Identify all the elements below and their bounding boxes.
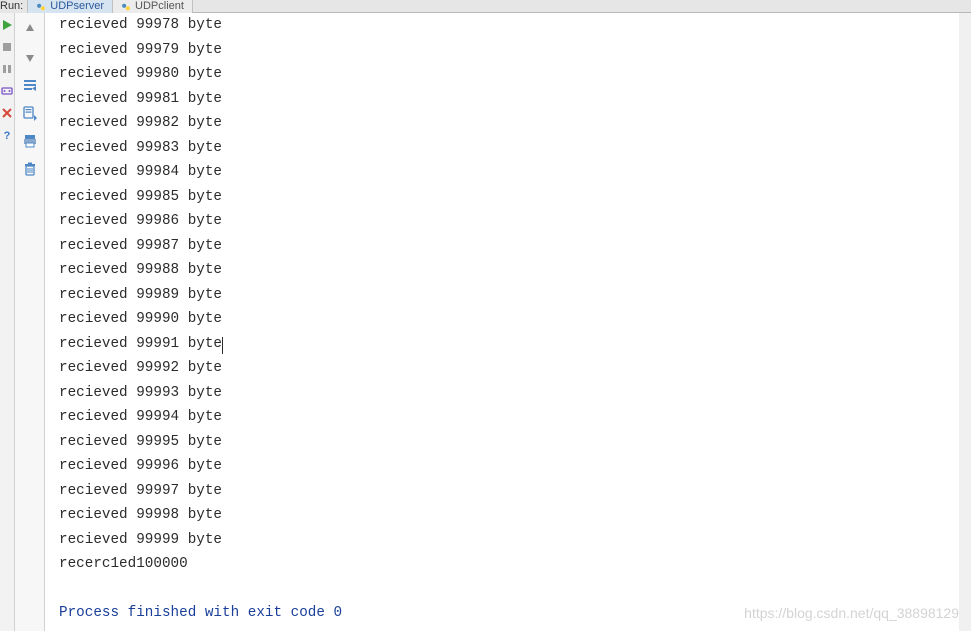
stop-icon[interactable] <box>1 41 13 53</box>
console-line: recieved 99990 byte <box>59 311 222 327</box>
tabrow-spacer <box>193 0 971 13</box>
console-line: recieved 99994 byte <box>59 409 222 425</box>
console-line: recieved 99995 byte <box>59 434 222 450</box>
text-caret <box>222 337 223 354</box>
python-file-icon <box>36 2 46 12</box>
exit-icon[interactable] <box>1 107 13 119</box>
tab-udpclient[interactable]: UDPclient <box>113 0 193 13</box>
run-tabs-bar: Run: UDPserver UDPclient <box>0 0 971 13</box>
print-icon[interactable] <box>20 131 40 151</box>
console-line: recieved 99999 byte <box>59 532 222 548</box>
tab-udpserver[interactable]: UDPserver <box>28 0 113 13</box>
run-gutter: ? <box>0 13 15 631</box>
console-line: recieved 99986 byte <box>59 213 222 229</box>
run-label: Run: <box>0 0 28 13</box>
console-line: recieved 99979 byte <box>59 42 222 58</box>
help-icon[interactable]: ? <box>1 129 13 141</box>
console-line: recieved 99988 byte <box>59 262 222 278</box>
console-output[interactable]: recieved 99978 byte recieved 99979 byte … <box>45 13 971 631</box>
arrow-up-icon[interactable] <box>20 19 40 39</box>
console-line: recieved 99978 byte <box>59 17 222 33</box>
console-line: recieved 99992 byte <box>59 360 222 376</box>
tab-label: UDPclient <box>135 0 184 13</box>
console-line: recieved 99983 byte <box>59 140 222 156</box>
console-line: recerc1ed100000 <box>59 556 188 572</box>
console-scrollbar[interactable] <box>959 13 971 631</box>
console-line: recieved 99991 byte <box>59 336 223 352</box>
console-line: recieved 99980 byte <box>59 66 222 82</box>
console-line: recieved 99996 byte <box>59 458 222 474</box>
console-toolbar <box>15 13 45 631</box>
console-line: recieved 99982 byte <box>59 115 222 131</box>
console-line: recieved 99981 byte <box>59 91 222 107</box>
process-finished-line: Process finished with exit code 0 <box>59 605 342 621</box>
arrow-down-icon[interactable] <box>20 47 40 67</box>
console-line: recieved 99985 byte <box>59 189 222 205</box>
soft-wrap-icon[interactable] <box>20 75 40 95</box>
console-line: recieved 99997 byte <box>59 483 222 499</box>
console-line: recieved 99998 byte <box>59 507 222 523</box>
play-icon[interactable] <box>1 19 13 31</box>
console-line: recieved 99987 byte <box>59 238 222 254</box>
console-line: recieved 99993 byte <box>59 385 222 401</box>
scroll-to-end-icon[interactable] <box>20 103 40 123</box>
tab-label: UDPserver <box>50 0 104 13</box>
dump-threads-icon[interactable] <box>1 85 13 97</box>
pause-icon[interactable] <box>1 63 13 75</box>
python-file-icon <box>121 2 131 12</box>
console-line: recieved 99984 byte <box>59 164 222 180</box>
svg-text:?: ? <box>4 130 11 141</box>
console-line: recieved 99989 byte <box>59 287 222 303</box>
clear-all-icon[interactable] <box>20 159 40 179</box>
